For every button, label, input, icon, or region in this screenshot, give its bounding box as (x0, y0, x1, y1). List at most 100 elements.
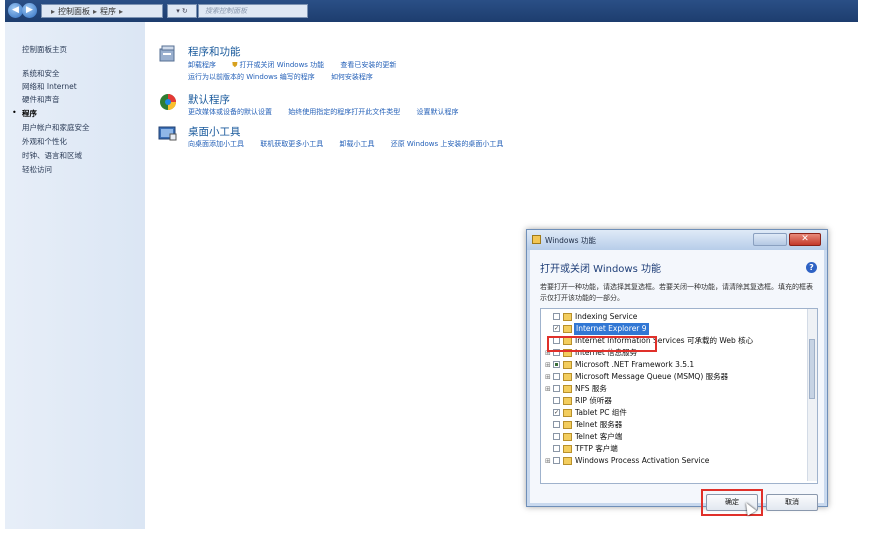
breadcrumb-item[interactable]: 控制面板 (58, 7, 90, 16)
category-title[interactable]: 桌面小工具 (188, 124, 241, 139)
feature-checkbox[interactable] (553, 433, 560, 440)
feature-row[interactable]: Indexing Service (541, 311, 803, 323)
folder-icon (563, 361, 572, 369)
search-input[interactable]: 搜索控制面板 (198, 4, 308, 18)
feature-label: Indexing Service (575, 312, 638, 321)
folder-icon (563, 313, 572, 321)
sidebar-item-clock-region[interactable]: 时钟、语言和区域 (22, 150, 82, 161)
feature-tree[interactable]: ⊞ Windows Process Activation Service TFTP … (540, 308, 818, 484)
feature-label: Telnet 客户端 (575, 432, 623, 441)
expand-icon[interactable]: ⊞ (545, 362, 551, 369)
dialog-heading: 打开或关闭 Windows 功能 (540, 264, 661, 275)
help-icon[interactable]: ? (806, 262, 817, 273)
category-links: 向桌面添加小工具 联机获取更多小工具 卸载小工具 还原 Windows 上安装的… (188, 139, 517, 149)
address-bar: ◀ ▶ ▸ 控制面板 ▸ 程序 ▸ ▾ ↻ 搜索控制面板 (5, 0, 858, 22)
expand-icon[interactable]: ⊞ (545, 374, 551, 381)
feature-checkbox[interactable] (553, 313, 560, 320)
feature-row[interactable]: TFTP 客户端 (541, 443, 803, 455)
category-links: 更改媒体或设备的默认设置 始终使用指定的程序打开此文件类型 设置默认程序 (188, 107, 472, 117)
feature-checkbox[interactable] (553, 421, 560, 428)
feature-row[interactable]: ⊞ Windows Process Activation Service (541, 455, 803, 467)
breadcrumb[interactable]: ▸ 控制面板 ▸ 程序 ▸ (41, 4, 163, 18)
folder-icon (563, 325, 572, 333)
feature-label: TFTP 客户端 (575, 444, 618, 453)
folder-icon (563, 421, 572, 429)
feature-checkbox[interactable] (553, 361, 560, 368)
window-icon (532, 235, 541, 244)
feature-label: Internet Explorer 9 (574, 323, 649, 335)
active-bullet-icon: • (12, 108, 17, 117)
scrollbar[interactable] (807, 309, 817, 481)
expand-icon[interactable]: ⊞ (545, 386, 551, 393)
sidebar-item-home[interactable]: 控制面板主页 (22, 44, 67, 55)
feature-row[interactable]: RIP 侦听器 (541, 395, 803, 407)
feature-row[interactable]: ⊞ Microsoft Message Queue (MSMQ) 服务器 (541, 371, 803, 383)
sidebar-item-system-security[interactable]: 系统和安全 (22, 68, 60, 79)
folder-icon (563, 385, 572, 393)
sidebar-item-network[interactable]: 网络和 Internet (22, 81, 77, 92)
dialog-body: 打开或关闭 Windows 功能 ? 若要打开一种功能，请选择其复选框。若要关闭… (530, 250, 824, 516)
feature-label: NFS 服务 (575, 384, 607, 393)
link-compat-programs[interactable]: 运行为以前版本的 Windows 编写的程序 (188, 73, 315, 81)
feature-checkbox[interactable]: ✓ (553, 325, 560, 332)
folder-icon (563, 433, 572, 441)
feature-checkbox[interactable] (553, 373, 560, 380)
feature-row[interactable]: ⊞ Microsoft .NET Framework 3.5.1 (541, 359, 803, 371)
link-add-gadget[interactable]: 向桌面添加小工具 (188, 140, 244, 148)
sidebar-item-hardware[interactable]: 硬件和声音 (22, 94, 60, 105)
scrollbar-thumb[interactable] (809, 339, 815, 399)
windows-features-dialog: Windows 功能 ✕ 打开或关闭 Windows 功能 ? 若要打开一种功能… (526, 229, 828, 516)
feature-label: RIP 侦听器 (575, 396, 612, 405)
feature-row[interactable]: ✓ Internet Explorer 9 (541, 323, 803, 335)
sidebar: 控制面板主页 系统和安全 网络和 Internet 硬件和声音 • 程序 用户帐… (5, 22, 145, 529)
feature-label: Microsoft Message Queue (MSMQ) 服务器 (575, 372, 729, 381)
feature-label: Windows Process Activation Service (575, 456, 710, 465)
feature-checkbox[interactable] (553, 445, 560, 452)
link-file-type[interactable]: 始终使用指定的程序打开此文件类型 (288, 108, 400, 116)
sidebar-item-ease-of-access[interactable]: 轻松访问 (22, 164, 52, 175)
category-links: 卸载程序 ⛊ 打开或关闭 Windows 功能 查看已安装的更新 (188, 60, 410, 70)
folder-icon (563, 457, 572, 465)
feature-row[interactable]: Telnet 服务器 (541, 419, 803, 431)
maximize-button[interactable] (753, 233, 787, 246)
category-title[interactable]: 默认程序 (188, 92, 230, 107)
breadcrumb-item[interactable]: 程序 (100, 7, 116, 16)
link-how-install[interactable]: 如何安装程序 (331, 73, 373, 81)
back-icon[interactable]: ◀ (8, 3, 23, 18)
folder-icon (563, 373, 572, 381)
cancel-button[interactable]: 取消 (766, 494, 818, 511)
forward-icon[interactable]: ▶ (22, 3, 37, 18)
shield-icon: ⛊ (232, 61, 238, 69)
refresh-icon[interactable]: ▾ ↻ (167, 4, 197, 18)
link-turn-features[interactable]: 打开或关闭 Windows 功能 (239, 61, 324, 69)
link-media-defaults[interactable]: 更改媒体或设备的默认设置 (188, 108, 272, 116)
link-view-updates[interactable]: 查看已安装的更新 (340, 61, 396, 69)
feature-checkbox[interactable] (553, 457, 560, 464)
folder-icon (563, 397, 572, 405)
link-get-gadgets[interactable]: 联机获取更多小工具 (260, 140, 323, 148)
highlight-box (547, 336, 657, 352)
feature-checkbox[interactable] (553, 397, 560, 404)
desktop-gadgets-icon (158, 126, 177, 141)
category-links: 运行为以前版本的 Windows 编写的程序 如何安装程序 (188, 72, 387, 82)
link-restore-gadgets[interactable]: 还原 Windows 上安装的桌面小工具 (391, 140, 504, 148)
feature-row[interactable]: Telnet 客户端 (541, 431, 803, 443)
category-title[interactable]: 程序和功能 (188, 44, 241, 59)
sidebar-item-user-accounts[interactable]: 用户帐户和家庭安全 (22, 122, 90, 133)
feature-row[interactable]: ✓ Tablet PC 组件 (541, 407, 803, 419)
default-programs-icon (160, 94, 176, 110)
expand-icon[interactable]: ⊞ (545, 458, 551, 465)
dialog-title: Windows 功能 (545, 236, 596, 245)
feature-row[interactable]: ⊞ NFS 服务 (541, 383, 803, 395)
feature-label: Microsoft .NET Framework 3.5.1 (575, 360, 695, 369)
link-set-defaults[interactable]: 设置默认程序 (416, 108, 458, 116)
feature-checkbox[interactable] (553, 385, 560, 392)
link-uninstall-gadget[interactable]: 卸载小工具 (339, 140, 374, 148)
sidebar-item-programs[interactable]: 程序 (22, 108, 37, 119)
feature-label: Tablet PC 组件 (575, 408, 627, 417)
feature-checkbox[interactable]: ✓ (553, 409, 560, 416)
dialog-titlebar[interactable]: Windows 功能 ✕ (527, 230, 827, 250)
close-button[interactable]: ✕ (789, 233, 821, 246)
link-uninstall[interactable]: 卸载程序 (188, 61, 216, 69)
sidebar-item-appearance[interactable]: 外观和个性化 (22, 136, 67, 147)
